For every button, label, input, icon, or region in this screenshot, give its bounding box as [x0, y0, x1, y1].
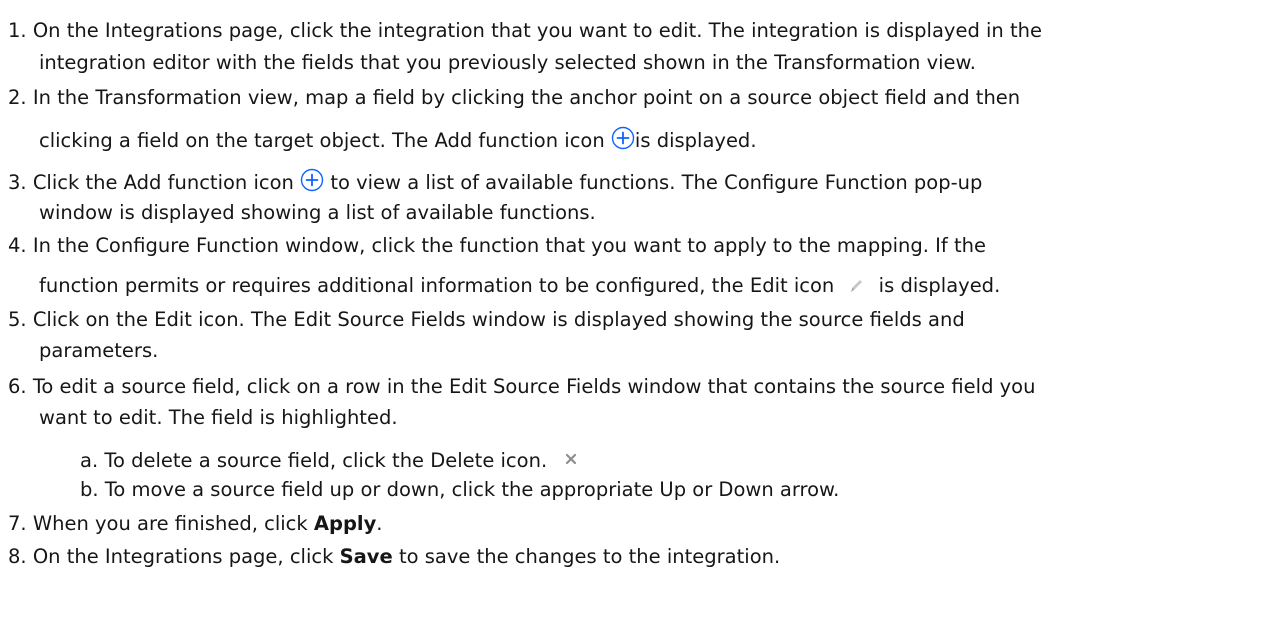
step-6-sub-b: b. To move a source field up or down, cl… — [80, 478, 840, 501]
step-number: 4. — [8, 234, 27, 257]
x-icon — [565, 446, 577, 472]
step-text: to view a list of available functions. T… — [330, 171, 983, 194]
instruction-steps: 1. On the Integrations page, click the i… — [0, 0, 1263, 622]
pencil-icon — [848, 276, 864, 302]
step-6-sub-a: a. To delete a source field, click the D… — [80, 446, 577, 474]
step-text: To edit a source field, click on a row i… — [32, 375, 1036, 398]
step-3: 3. Click the Add function icon to view a… — [8, 168, 982, 199]
step-5: 5. Click on the Edit icon. The Edit Sour… — [8, 307, 965, 333]
step-4-continuation: function permits or requires additional … — [39, 273, 1000, 302]
step-text: When you are finished, click — [32, 512, 314, 535]
save-keyword: Save — [339, 545, 393, 568]
step-1: 1. On the Integrations page, click the i… — [8, 18, 1042, 44]
plus-circle-icon — [300, 168, 324, 199]
step-text: . — [376, 512, 383, 535]
step-5-continuation: parameters. — [39, 339, 159, 362]
step-number: 7. — [8, 512, 27, 535]
step-2: 2. In the Transformation view, map a fie… — [8, 85, 1020, 111]
step-text: Click on the Edit icon. The Edit Source … — [32, 308, 965, 331]
step-8: 8. On the Integrations page, click Save … — [8, 544, 780, 570]
step-1-continuation: integration editor with the fields that … — [39, 51, 976, 74]
step-number: 8. — [8, 545, 27, 568]
step-text: In the Configure Function window, click … — [32, 234, 986, 257]
step-number: 1. — [8, 19, 27, 42]
step-7: 7. When you are finished, click Apply. — [8, 511, 383, 537]
step-number: 3. — [8, 171, 27, 194]
step-6-continuation: want to edit. The field is highlighted. — [39, 406, 398, 429]
apply-keyword: Apply — [313, 512, 377, 535]
plus-circle-icon — [611, 126, 635, 157]
step-text: is displayed. — [878, 274, 1001, 297]
step-text: clicking a field on the target object. T… — [39, 129, 605, 152]
step-number: 2. — [8, 86, 27, 109]
step-4: 4. In the Configure Function window, cli… — [8, 233, 986, 259]
step-text: On the Integrations page, click the inte… — [32, 19, 1042, 42]
step-text: is displayed. — [634, 129, 757, 152]
step-6: 6. To edit a source field, click on a ro… — [8, 374, 1035, 400]
step-text: Click the Add function icon — [32, 171, 294, 194]
step-text: a. To delete a source field, click the D… — [80, 449, 548, 472]
step-3-continuation: window is displayed showing a list of av… — [39, 201, 596, 224]
step-number: 6. — [8, 375, 27, 398]
step-text: to save the changes to the integration. — [392, 545, 781, 568]
step-text: In the Transformation view, map a field … — [32, 86, 1021, 109]
step-2-continuation: clicking a field on the target object. T… — [39, 126, 757, 157]
step-text: On the Integrations page, click — [32, 545, 340, 568]
step-text: function permits or requires additional … — [39, 274, 835, 297]
step-number: 5. — [8, 308, 27, 331]
